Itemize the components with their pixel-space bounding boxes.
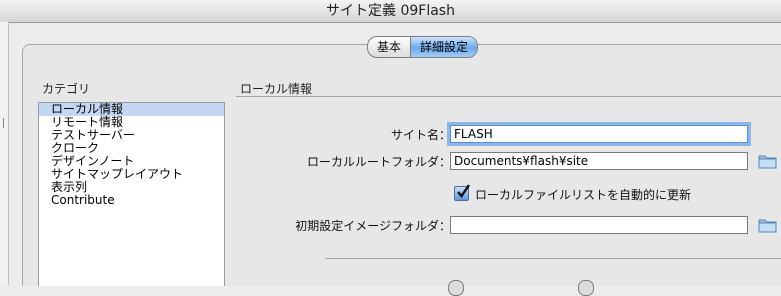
- auto-refresh-label: ローカルファイルリストを自動的に更新: [475, 188, 692, 202]
- tab-bar: 基本 詳細設定: [367, 36, 479, 58]
- background-window-edge: [0, 22, 9, 285]
- section-title: ローカル情報: [240, 82, 313, 96]
- site-name-label: サイト名：: [390, 128, 451, 142]
- auto-refresh-checkbox[interactable]: [454, 184, 470, 201]
- local-root-input[interactable]: [450, 152, 748, 170]
- folder-icon[interactable]: [758, 217, 778, 233]
- radio-button[interactable]: [578, 280, 594, 296]
- default-images-label: 初期設定イメージフォルダ：: [295, 219, 451, 233]
- radio-button[interactable]: [448, 280, 464, 296]
- window-title: サイト定義 09Flash: [0, 0, 781, 23]
- section-divider: [236, 96, 781, 97]
- tab-basic[interactable]: 基本: [368, 37, 410, 57]
- tab-advanced[interactable]: 詳細設定: [410, 37, 478, 57]
- checkmark-icon: [457, 184, 470, 198]
- site-name-input[interactable]: [447, 122, 751, 146]
- auto-refresh-option[interactable]: ローカルファイルリストを自動的に更新: [454, 184, 692, 203]
- folder-icon[interactable]: [758, 153, 778, 169]
- category-item-contribute[interactable]: Contribute: [39, 194, 224, 207]
- category-header: カテゴリ: [42, 82, 91, 96]
- local-root-label: ローカルルートフォルダ：: [306, 155, 451, 169]
- default-images-input[interactable]: [450, 216, 748, 234]
- edge-mark: [3, 118, 7, 128]
- category-list[interactable]: ローカル情報 リモート情報 テストサーバー クローク デザインノート サイトマッ…: [38, 102, 225, 286]
- section-divider-bottom: [325, 258, 781, 259]
